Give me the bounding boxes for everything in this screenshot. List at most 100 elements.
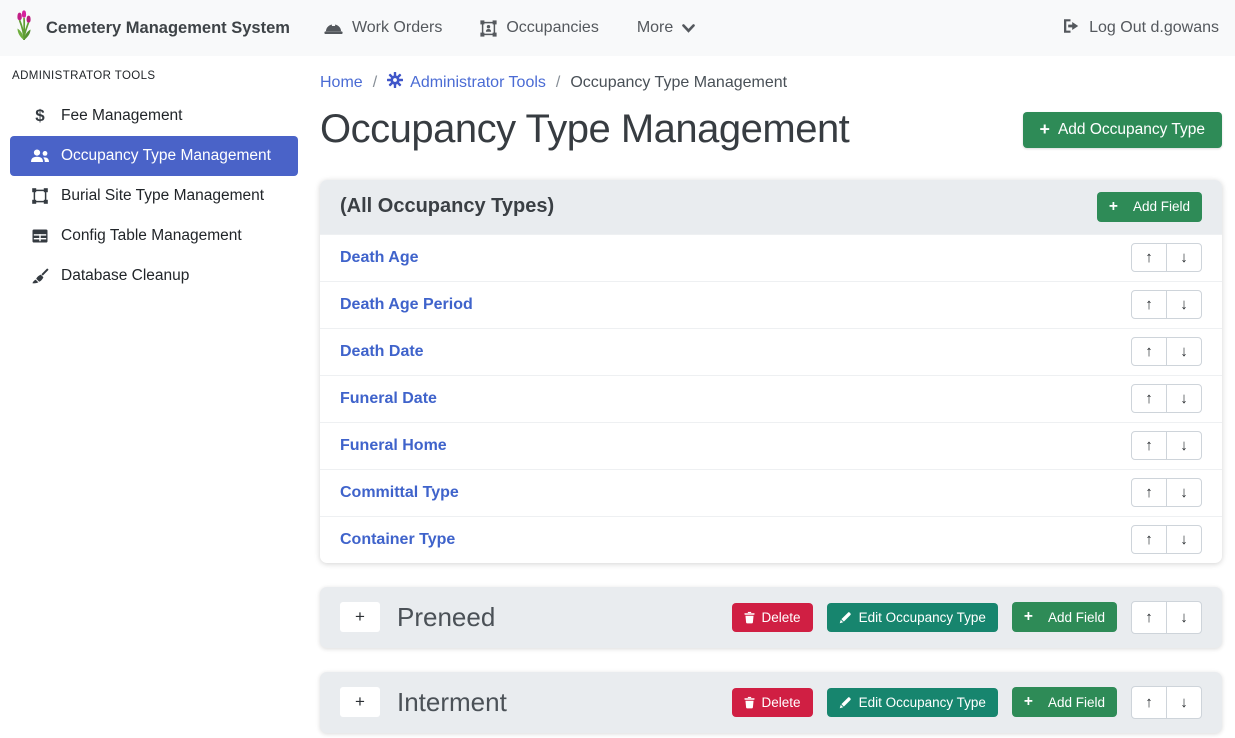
expand-button[interactable]: + <box>340 687 380 717</box>
edit-occupancy-type-button[interactable]: Edit Occupancy Type <box>827 688 998 717</box>
arrow-up-icon: ↑ <box>1145 390 1153 407</box>
sign-out-icon <box>1062 18 1080 39</box>
move-down-button[interactable]: ↓ <box>1166 601 1202 634</box>
nav-work-orders[interactable]: Work Orders <box>324 19 442 37</box>
expand-button[interactable]: + <box>340 602 380 632</box>
app-title: Cemetery Management System <box>46 19 290 38</box>
field-link-committal-type[interactable]: Committal Type <box>340 484 459 502</box>
move-up-button[interactable]: ↑ <box>1131 601 1167 634</box>
plus-icon: + <box>1109 199 1118 215</box>
nav-occupancies[interactable]: Occupancies <box>480 19 599 37</box>
arrow-down-icon: ↓ <box>1180 296 1188 313</box>
section-title: Preneed <box>397 602 495 633</box>
pencil-icon <box>839 611 852 624</box>
delete-button[interactable]: Delete <box>732 688 813 717</box>
arrow-down-icon: ↓ <box>1180 694 1188 711</box>
arrow-down-icon: ↓ <box>1180 484 1188 501</box>
arrow-up-icon: ↑ <box>1145 296 1153 313</box>
breadcrumb-separator: / <box>556 74 560 92</box>
sidebar-item-fee-management[interactable]: $ Fee Management <box>10 96 298 136</box>
move-down-button[interactable]: ↓ <box>1166 478 1202 507</box>
reorder-controls: ↑ ↓ <box>1131 686 1202 719</box>
navbar-links: Work Orders Occupancies More <box>324 19 733 37</box>
plus-icon: + <box>1040 121 1050 139</box>
reorder-controls: ↑ ↓ <box>1131 384 1202 413</box>
move-up-button[interactable]: ↑ <box>1131 431 1167 460</box>
move-down-button[interactable]: ↓ <box>1166 337 1202 366</box>
app-brand[interactable]: Cemetery Management System <box>12 10 290 47</box>
move-down-button[interactable]: ↓ <box>1166 384 1202 413</box>
move-up-button[interactable]: ↑ <box>1131 384 1167 413</box>
reorder-controls: ↑ ↓ <box>1131 478 1202 507</box>
move-down-button[interactable]: ↓ <box>1166 686 1202 719</box>
users-icon <box>28 149 52 163</box>
sidebar-heading: ADMINISTRATOR TOOLS <box>12 70 310 82</box>
move-up-button[interactable]: ↑ <box>1131 337 1167 366</box>
breadcrumb-home-link[interactable]: Home <box>320 74 363 92</box>
move-down-button[interactable]: ↓ <box>1166 290 1202 319</box>
delete-button[interactable]: Delete <box>732 603 813 632</box>
main-content: Home / <box>310 56 1235 738</box>
move-up-button[interactable]: ↑ <box>1131 478 1167 507</box>
arrow-down-icon: ↓ <box>1180 249 1188 266</box>
field-row: Death Age ↑ ↓ <box>320 234 1222 281</box>
nav-more[interactable]: More <box>637 19 695 37</box>
breadcrumb-admin-tools-link[interactable]: Administrator Tools <box>410 74 546 92</box>
arrow-up-icon: ↑ <box>1145 437 1153 454</box>
arrow-up-icon: ↑ <box>1145 609 1153 626</box>
field-row: Funeral Home ↑ ↓ <box>320 422 1222 469</box>
sidebar-item-occupancy-type-management[interactable]: Occupancy Type Management <box>10 136 298 176</box>
trash-icon <box>744 696 755 709</box>
logout-link[interactable]: Log Out d.gowans <box>1062 18 1219 39</box>
edit-occupancy-type-button[interactable]: Edit Occupancy Type <box>827 603 998 632</box>
plus-icon: + <box>355 692 365 712</box>
field-link-death-age-period[interactable]: Death Age Period <box>340 296 473 314</box>
tulip-logo-icon <box>12 10 36 47</box>
arrow-up-icon: ↑ <box>1145 531 1153 548</box>
arrow-up-icon: ↑ <box>1145 694 1153 711</box>
sidebar-item-config-table-management[interactable]: Config Table Management <box>10 216 298 256</box>
field-link-funeral-home[interactable]: Funeral Home <box>340 437 447 455</box>
page-title: Occupancy Type Management <box>320 107 849 152</box>
breadcrumb-current: Occupancy Type Management <box>570 74 787 92</box>
occupancy-frame-icon <box>480 20 497 37</box>
field-link-funeral-date[interactable]: Funeral Date <box>340 390 437 408</box>
occupancy-type-section-preneed: + Preneed Delete <box>320 587 1222 648</box>
sidebar-item-database-cleanup[interactable]: Database Cleanup <box>10 256 298 296</box>
move-up-button[interactable]: ↑ <box>1131 290 1167 319</box>
reorder-controls: ↑ ↓ <box>1131 243 1202 272</box>
breadcrumb-separator: / <box>373 74 377 92</box>
all-types-card-title: (All Occupancy Types) <box>340 195 554 218</box>
field-link-container-type[interactable]: Container Type <box>340 531 455 549</box>
reorder-controls: ↑ ↓ <box>1131 601 1202 634</box>
field-row: Death Age Period ↑ ↓ <box>320 281 1222 328</box>
field-row: Death Date ↑ ↓ <box>320 328 1222 375</box>
add-field-button[interactable]: + Add Field <box>1012 687 1117 717</box>
add-occupancy-type-button[interactable]: + Add Occupancy Type <box>1023 112 1222 148</box>
add-field-button[interactable]: + Add Field <box>1012 602 1117 632</box>
arrow-down-icon: ↓ <box>1180 343 1188 360</box>
trash-icon <box>744 611 755 624</box>
move-up-button[interactable]: ↑ <box>1131 243 1167 272</box>
sidebar-item-burial-site-type-management[interactable]: Burial Site Type Management <box>10 176 298 216</box>
move-down-button[interactable]: ↓ <box>1166 525 1202 554</box>
pencil-icon <box>839 696 852 709</box>
move-up-button[interactable]: ↑ <box>1131 525 1167 554</box>
add-field-button[interactable]: + Add Field <box>1097 192 1202 222</box>
admin-sidebar: ADMINISTRATOR TOOLS $ Fee Management Occ… <box>0 56 310 738</box>
move-up-button[interactable]: ↑ <box>1131 686 1167 719</box>
field-link-death-date[interactable]: Death Date <box>340 343 424 361</box>
field-row: Committal Type ↑ ↓ <box>320 469 1222 516</box>
arrow-down-icon: ↓ <box>1180 437 1188 454</box>
occupancy-type-section-interment: + Interment Delete <box>320 672 1222 733</box>
reorder-controls: ↑ ↓ <box>1131 525 1202 554</box>
arrow-up-icon: ↑ <box>1145 343 1153 360</box>
field-link-death-age[interactable]: Death Age <box>340 249 419 267</box>
table-icon <box>28 229 52 243</box>
breadcrumb: Home / <box>320 72 1222 93</box>
gear-icon <box>387 72 403 93</box>
all-occupancy-types-card: (All Occupancy Types) + Add Field Death … <box>320 180 1222 563</box>
move-down-button[interactable]: ↓ <box>1166 243 1202 272</box>
move-down-button[interactable]: ↓ <box>1166 431 1202 460</box>
vector-square-icon <box>28 188 52 204</box>
